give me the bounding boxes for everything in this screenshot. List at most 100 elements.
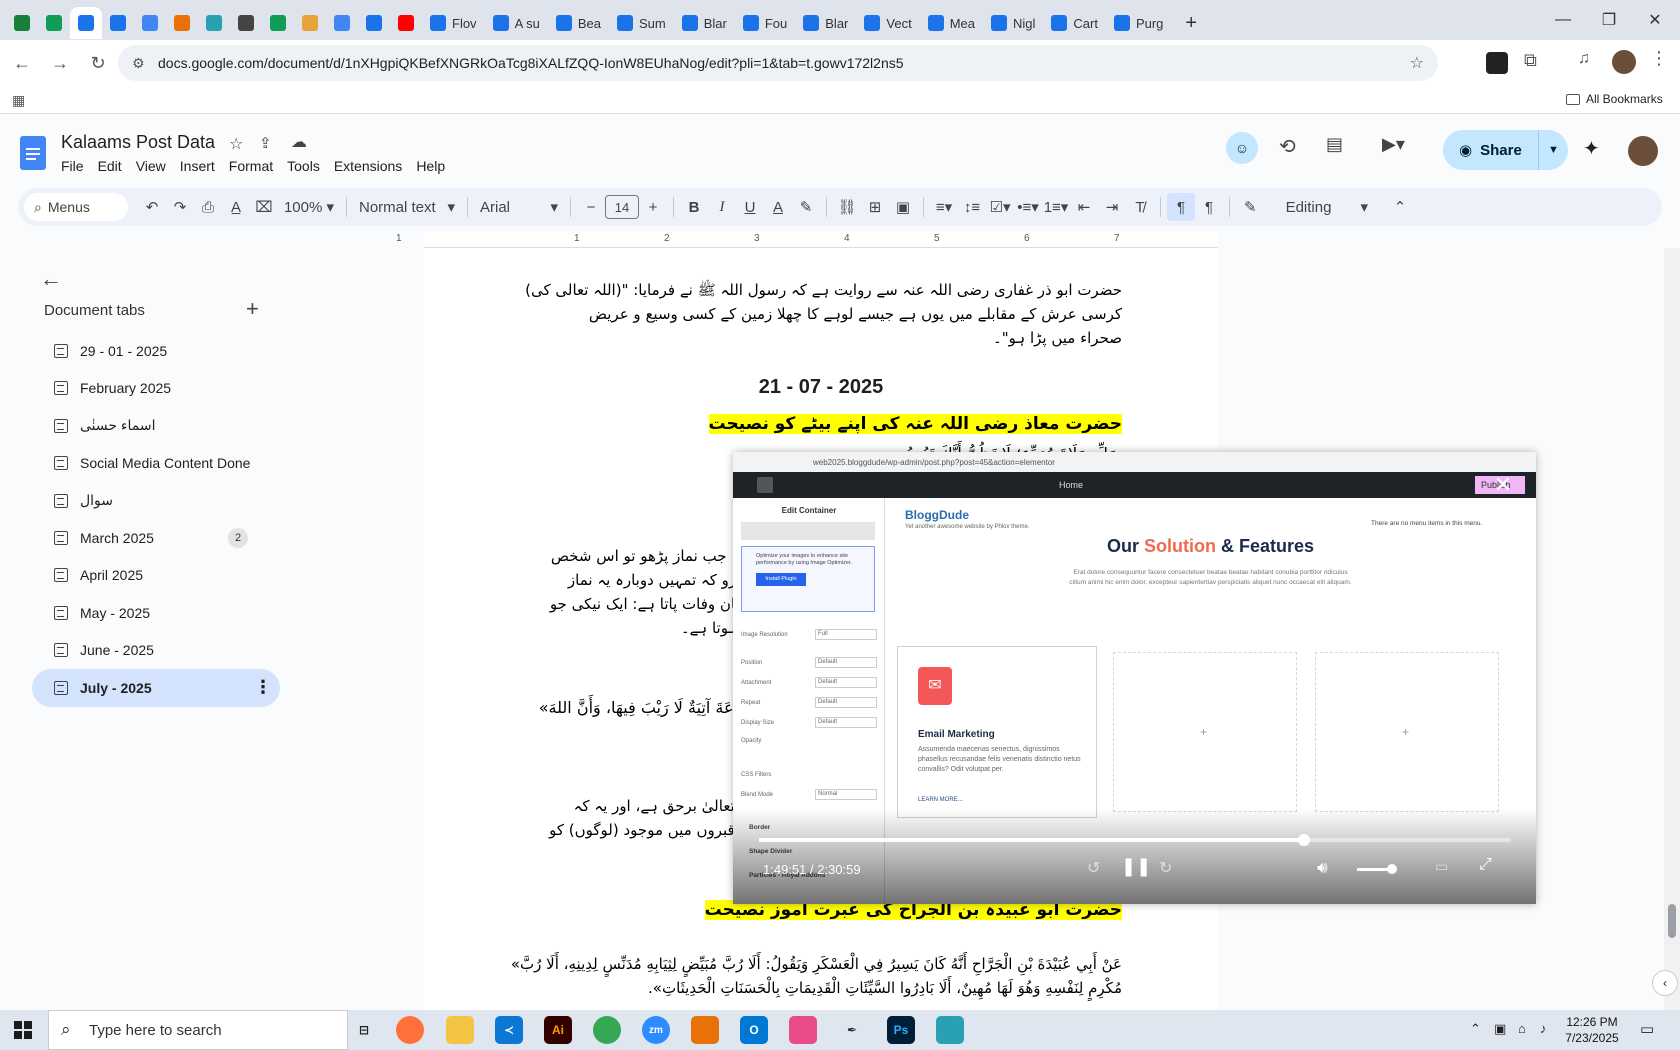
network-icon[interactable]: ⌂ (1518, 1021, 1526, 1036)
taskbar-clock[interactable]: 12:26 PM 7/23/2025 (1554, 1014, 1630, 1046)
forward-icon[interactable]: ↻ (1159, 858, 1172, 878)
browser-tab[interactable] (38, 7, 70, 39)
text-color-icon[interactable]: A (764, 193, 792, 221)
speaker-icon[interactable]: ♪ (1540, 1021, 1547, 1036)
photoshop-icon[interactable]: Ps (887, 1016, 915, 1044)
bookmark-star-icon[interactable]: ☆ (1410, 53, 1424, 73)
new-tab-button[interactable]: + (1177, 7, 1205, 39)
cloud-status-icon[interactable]: ☁ (291, 132, 307, 152)
menu-tools[interactable]: Tools (287, 158, 320, 174)
bulleted-list-icon[interactable]: •≡▾ (1014, 193, 1042, 221)
menu-extensions[interactable]: Extensions (334, 158, 402, 174)
reload-icon[interactable]: ↻ (82, 47, 114, 79)
add-tab-button[interactable]: + (246, 296, 259, 322)
undo-icon[interactable]: ↶ (138, 193, 166, 221)
chrome-icon[interactable] (593, 1016, 621, 1044)
side-panel-toggle-icon[interactable]: ‹ (1652, 970, 1678, 996)
highlight-icon[interactable]: ✎ (792, 193, 820, 221)
apps-grid-icon[interactable]: ▦ (12, 92, 25, 109)
media-icon[interactable]: ♫ (1578, 50, 1590, 68)
sidebar-tab-item[interactable]: March 2025 2 (32, 519, 280, 557)
browser-tab[interactable]: Cart (1043, 7, 1106, 39)
browser-tab[interactable]: Nigl (983, 7, 1043, 39)
restore-icon[interactable]: ❐ (1586, 0, 1632, 40)
sidebar-tab-item[interactable]: July - 2025 ⋮ (32, 668, 280, 707)
browser-tab[interactable] (70, 7, 102, 39)
illustrator-icon[interactable]: Ai (544, 1016, 572, 1044)
zoom-icon[interactable]: zm (642, 1016, 670, 1044)
clear-formatting-icon[interactable]: T̸ (1126, 193, 1154, 221)
more-options-icon[interactable]: ⋮ (254, 677, 272, 698)
decrease-indent-icon[interactable]: ⇤ (1070, 193, 1098, 221)
star-icon[interactable]: ☆ (229, 134, 243, 154)
browser-tab[interactable]: Vect (856, 7, 919, 39)
browser-tab[interactable] (358, 7, 390, 39)
task-view-icon[interactable]: ⊟ (350, 1016, 378, 1044)
profile-avatar[interactable] (1612, 50, 1636, 74)
orange-app-icon[interactable] (691, 1016, 719, 1044)
notifications-icon[interactable]: ▭ (1640, 1020, 1654, 1038)
browser-tab[interactable] (262, 7, 294, 39)
paragraph-advice[interactable]: "بیٹا! جب نماز پڑھو تو اس شخص نہ کرو کہ ت… (550, 544, 762, 640)
pen-tool-icon[interactable]: ✒ (838, 1016, 866, 1044)
sidebar-tab-item[interactable]: February 2025 (32, 369, 280, 407)
start-icon[interactable] (14, 1021, 32, 1039)
browser-tab[interactable]: Fou (735, 7, 795, 39)
browser-tab[interactable]: Purg (1106, 7, 1171, 39)
back-to-tab-icon[interactable]: ⤢ (1479, 856, 1492, 874)
browser-tab[interactable]: Sum (609, 7, 674, 39)
firefox-icon[interactable] (396, 1016, 424, 1044)
taskbar-search-input[interactable]: ⌕ Type here to search (48, 1010, 348, 1050)
numbered-list-icon[interactable]: 1≡▾ (1042, 193, 1070, 221)
increase-indent-icon[interactable]: ⇥ (1098, 193, 1126, 221)
comments-icon[interactable]: ▤ (1326, 134, 1343, 155)
browser-tab[interactable]: A su (485, 7, 548, 39)
volume-thumb[interactable] (1387, 864, 1397, 874)
menu-insert[interactable]: Insert (180, 158, 215, 174)
close-video-button[interactable]: ✕ (1489, 472, 1517, 498)
puzzle-icon[interactable]: ⧉ (1524, 50, 1537, 71)
captions-icon[interactable]: ▭ (1435, 858, 1448, 875)
paint-format-icon[interactable]: ⌧ (250, 193, 278, 221)
menu-file[interactable]: File (61, 158, 84, 174)
document-title[interactable]: Kalaams Post Data (61, 132, 215, 153)
editing-mode-select[interactable]: ✎ Editing ▾ (1236, 193, 1376, 221)
file-explorer-icon[interactable] (446, 1016, 474, 1044)
meet-assist-icon[interactable]: ☺ (1226, 132, 1258, 164)
volume-slider[interactable] (1357, 864, 1397, 874)
font-select[interactable]: Arial ▾ (474, 193, 564, 221)
video-player-overlay[interactable]: web2025.bloggdude/wp-admin/post.php?post… (733, 452, 1536, 904)
browser-tab[interactable] (230, 7, 262, 39)
font-size-input[interactable]: 14 (605, 195, 639, 219)
browser-tab[interactable] (326, 7, 358, 39)
meet-camera-icon[interactable]: ▶▾ (1382, 134, 1405, 155)
browser-menu-icon[interactable]: ⋮ (1650, 48, 1668, 69)
volume-icon[interactable]: 🔊︎ (1317, 858, 1328, 878)
bold-icon[interactable]: B (680, 193, 708, 221)
date-heading[interactable]: 21 - 07 - 2025 (424, 376, 1218, 399)
extension-icon[interactable] (1486, 52, 1508, 74)
document-scrollbar[interactable] (1664, 248, 1680, 1010)
ruler[interactable]: 1 1 2 3 4 5 6 7 (396, 232, 1218, 248)
arabic-text-3[interactable]: عَنْ أَبِي عُبَيْدَةَ بْنِ الْجَرَّاحِ أ… (511, 952, 1122, 1000)
all-bookmarks[interactable]: All Bookmarks (1566, 92, 1663, 106)
pause-icon[interactable]: ❚❚ (1121, 856, 1151, 877)
version-history-icon[interactable]: ⟲ (1279, 134, 1296, 159)
photo-app-icon[interactable] (789, 1016, 817, 1044)
sidebar-tab-item[interactable]: April 2025 (32, 556, 280, 594)
tray-chevron-icon[interactable]: ⌃ (1470, 1021, 1481, 1037)
tray-app-icon[interactable]: ▣ (1494, 1021, 1506, 1037)
account-avatar[interactable] (1628, 136, 1658, 166)
sidebar-tab-item[interactable]: May - 2025 (32, 594, 280, 632)
move-icon[interactable]: ⇪ (259, 134, 272, 152)
menus-search[interactable]: ⌕ Menus (24, 193, 128, 221)
docs-logo-icon[interactable] (20, 136, 46, 170)
link-icon[interactable]: ⛓ (833, 193, 861, 221)
italic-icon[interactable]: I (708, 193, 736, 221)
back-icon[interactable]: ← (6, 47, 38, 79)
share-dropdown-icon[interactable]: ▼ (1538, 130, 1568, 170)
underline-icon[interactable]: U (736, 193, 764, 221)
checklist-icon[interactable]: ☑▾ (986, 193, 1014, 221)
browser-tab[interactable]: Mea (920, 7, 983, 39)
menu-help[interactable]: Help (416, 158, 445, 174)
